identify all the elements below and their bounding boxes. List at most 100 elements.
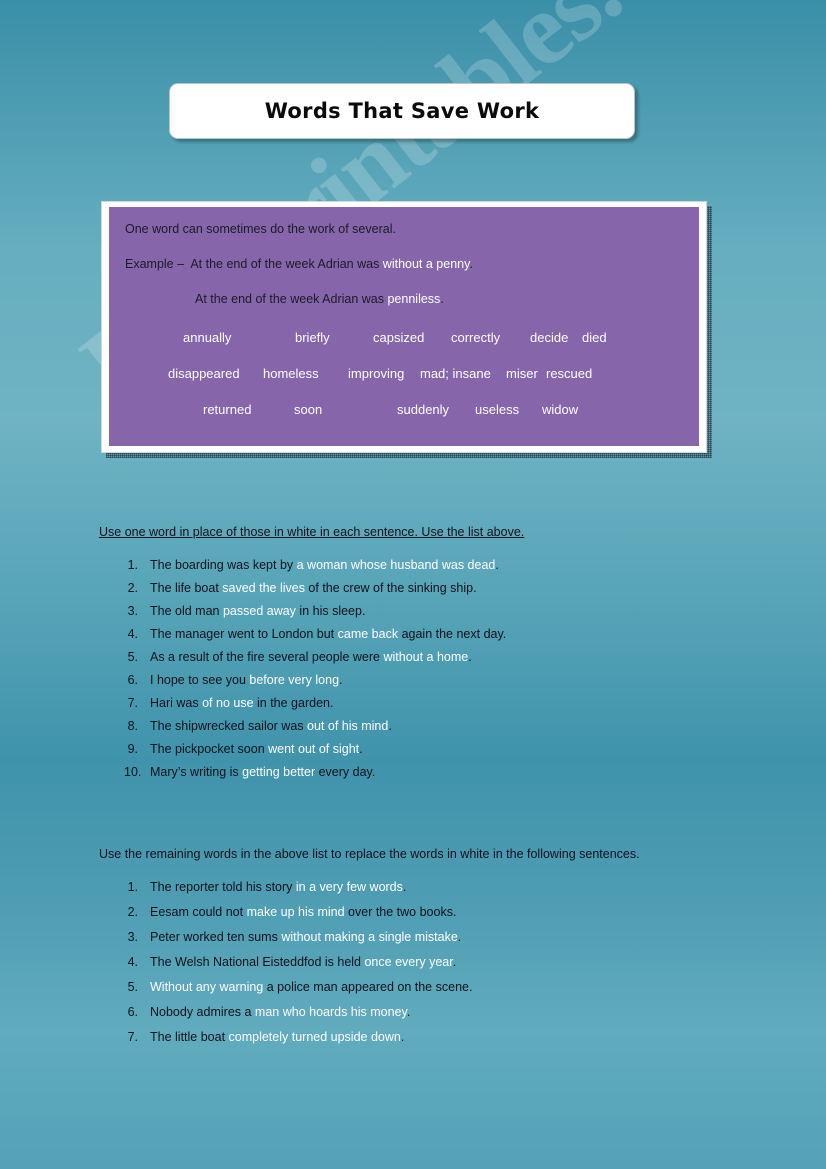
word-bank-item: improving: [348, 366, 405, 381]
list-item-text: Mary’s writing is getting better every d…: [150, 765, 375, 780]
list-item-text: Eesam could not make up his mind over th…: [150, 905, 456, 920]
word-bank-row: returned soon suddenly useless widow: [125, 402, 683, 417]
list-item-number: 7.: [127, 696, 138, 710]
word-bank-item: soon: [294, 402, 323, 417]
list-item: 3. Peter worked ten sums without making a…: [124, 930, 472, 945]
list-item-text: The life boat saved the lives of the cre…: [150, 581, 477, 596]
worksheet-title-box: Words That Save Work: [169, 83, 635, 139]
list-item-number: 6.: [127, 673, 138, 687]
list-item-number: 1.: [127, 558, 138, 572]
list-item-text: The pickpocket soon went out of sight.: [150, 742, 363, 757]
list-item-number: 2.: [127, 905, 138, 919]
word-bank-item: capsized: [373, 330, 425, 345]
sentence-prefix: The shipwrecked sailor was: [150, 719, 308, 733]
sentence-prefix: Peter worked ten sums: [150, 930, 282, 944]
word-bank-item: decide: [530, 330, 569, 345]
sentence-suffix: again the next day.: [398, 627, 507, 641]
section2-question-list: 1. The reporter told his story in a very …: [124, 880, 473, 1055]
example-highlight: without a penny: [382, 257, 470, 271]
sentence-suffix: .: [457, 930, 462, 944]
list-item-text: Hari was of no use in the garden.: [150, 696, 333, 711]
sentence-suffix: .: [402, 880, 407, 894]
sentence-highlight: of no use: [202, 696, 254, 710]
sentence-highlight: went out of sight: [268, 742, 360, 756]
word-bank-item: annually: [183, 330, 232, 345]
answer-tail: .: [440, 292, 444, 306]
word-bank-item: died: [582, 330, 607, 345]
list-item-number: 9.: [127, 742, 138, 756]
list-item: 4. The manager went to London but came ba…: [124, 627, 507, 642]
list-item: 3. The old man passed away in his sleep.: [124, 604, 506, 619]
sentence-suffix: in his sleep.: [295, 604, 366, 618]
sentence-prefix: The pickpocket soon: [150, 742, 269, 756]
sentence-suffix: .: [339, 673, 343, 687]
sentence-suffix: .: [400, 1030, 405, 1044]
sentence-prefix: The boarding was kept by: [150, 558, 297, 572]
list-item: 6. Nobody admires a man who hoards his mo…: [124, 1005, 472, 1020]
list-item-text: As a result of the fire several people w…: [150, 650, 472, 665]
sentence-prefix: Hari was: [150, 696, 203, 710]
list-item-number: 4.: [127, 627, 138, 641]
word-bank-item: homeless: [263, 366, 319, 381]
list-item: 7. The little boat completely turned upsi…: [124, 1030, 472, 1045]
example-tail: .: [469, 257, 473, 271]
sentence-highlight: without making a single mistake: [281, 930, 458, 944]
sentence-suffix: .: [359, 742, 363, 756]
panel-intro-line: One word can sometimes do the work of se…: [125, 222, 396, 236]
sentence-highlight: passed away: [222, 604, 296, 618]
panel-example-line: Example – At the end of the week Adrian …: [125, 256, 683, 272]
sentence-suffix: .: [388, 719, 392, 733]
sentence-suffix: in the garden.: [253, 696, 334, 710]
sentence-highlight: Without any warning: [150, 980, 264, 994]
list-item: 2. The life boat saved the lives of the c…: [124, 581, 506, 596]
sentence-prefix: Eesam could not: [150, 905, 247, 919]
section1-question-list: 1. The boarding was kept by a woman whose…: [124, 558, 506, 788]
list-item-text: The reporter told his story in a very fe…: [150, 880, 406, 895]
sentence-prefix: Mary’s writing is: [150, 765, 243, 779]
list-item: 5. As a result of the fire several people…: [124, 650, 506, 665]
sentence-suffix: .: [495, 558, 499, 572]
list-item: 7. Hari was of no use in the garden.: [124, 696, 506, 711]
word-bank-row: annually briefly capsized correctly deci…: [125, 330, 683, 345]
section1-instruction: Use one word in place of those in white …: [99, 525, 525, 539]
list-item-text: The Welsh National Eisteddfod is held on…: [150, 955, 456, 970]
word-bank-item: rescued: [546, 366, 593, 381]
info-panel: One word can sometimes do the work of se…: [109, 207, 699, 446]
list-item-number: 5.: [127, 980, 138, 994]
word-bank-item: disappeared: [168, 366, 240, 381]
sentence-highlight: once every year: [364, 955, 453, 969]
list-item: 8. The shipwrecked sailor was out of his …: [124, 719, 506, 734]
sentence-highlight: came back: [337, 627, 399, 641]
sentence-suffix: a police man appeared on the scene.: [263, 980, 473, 994]
sentence-highlight: saved the lives: [222, 581, 305, 595]
sentence-highlight: man who hoards his money: [254, 1005, 407, 1019]
list-item-text: The shipwrecked sailor was out of his mi…: [150, 719, 392, 734]
answer-label: At the end of the week Adrian was: [195, 292, 388, 306]
sentence-prefix: The life boat: [150, 581, 223, 595]
list-item: 4. The Welsh National Eisteddfod is held …: [124, 955, 472, 970]
list-item-number: 6.: [127, 1005, 138, 1019]
word-bank-item: suddenly: [397, 402, 450, 417]
sentence-prefix: I hope to see you: [150, 673, 250, 687]
sentence-suffix: of the crew of the sinking ship.: [304, 581, 477, 595]
sentence-prefix: The Welsh National Eisteddfod is held: [150, 955, 365, 969]
list-item-number: 1.: [127, 880, 138, 894]
sentence-prefix: As a result of the fire several people w…: [150, 650, 384, 664]
list-item-text: The boarding was kept by a woman whose h…: [150, 558, 499, 573]
sentence-suffix: over the two books.: [344, 905, 457, 919]
word-bank-item: correctly: [451, 330, 501, 345]
sentence-suffix: .: [452, 955, 457, 969]
list-item: 6. I hope to see you before very long.: [124, 673, 506, 688]
list-item: 2. Eesam could not make up his mind over …: [124, 905, 472, 920]
word-bank-item: returned: [203, 402, 252, 417]
list-item: 1. The boarding was kept by a woman whose…: [124, 558, 506, 573]
list-item-text: The little boat completely turned upside…: [150, 1030, 404, 1045]
word-bank: annually briefly capsized correctly deci…: [125, 330, 683, 417]
sentence-highlight: completely turned upside down: [228, 1030, 401, 1044]
list-item-text: Without any warning a police man appeare…: [150, 980, 472, 995]
word-bank-item: miser: [506, 366, 538, 381]
word-bank-item: widow: [542, 402, 579, 417]
list-item: 10. Mary’s writing is getting better ever…: [124, 765, 506, 780]
list-item: 5. Without any warning a police man appea…: [124, 980, 473, 995]
sentence-highlight: make up his mind: [246, 905, 345, 919]
